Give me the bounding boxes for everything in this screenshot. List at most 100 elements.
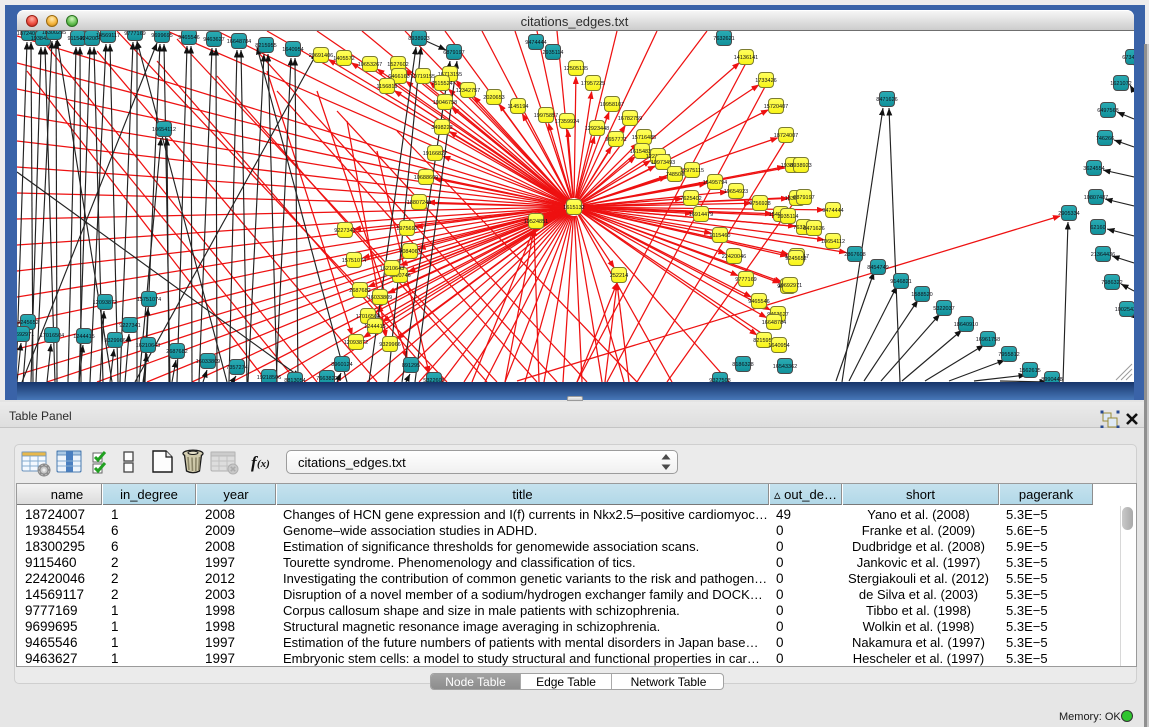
svg-text:1640954: 1640954: [282, 47, 303, 53]
svg-text:16961758: 16961758: [976, 337, 1000, 343]
svg-text:9474444: 9474444: [822, 208, 843, 214]
svg-text:21364436: 21364436: [1091, 252, 1115, 258]
svg-text:19218506: 19218506: [257, 375, 281, 381]
svg-text:22420046: 22420046: [722, 254, 746, 260]
svg-text:9474444: 9474444: [525, 40, 546, 46]
svg-text:12505135: 12505135: [564, 66, 588, 72]
svg-text:891295: 891295: [402, 363, 420, 369]
svg-text:16210643: 16210643: [380, 266, 404, 272]
svg-text:9756928: 9756928: [749, 201, 770, 207]
svg-text:18724007: 18724007: [774, 133, 798, 139]
svg-text:17359924: 17359924: [555, 119, 579, 125]
svg-text:9463627: 9463627: [203, 37, 224, 43]
svg-text:8960124: 8960124: [331, 362, 352, 368]
svg-text:9465546: 9465546: [748, 299, 769, 305]
svg-text:15495794: 15495794: [703, 180, 727, 186]
svg-text:9699695: 9699695: [151, 33, 172, 39]
svg-text:19524851: 19524851: [524, 219, 548, 225]
svg-text:12923448: 12923448: [585, 126, 609, 132]
svg-text:1244415: 1244415: [364, 324, 385, 330]
svg-text:16543362: 16543362: [773, 364, 797, 370]
svg-text:7515524: 7515524: [431, 81, 452, 87]
svg-text:(x): (x): [257, 458, 270, 470]
svg-text:10688609: 10688609: [414, 175, 438, 181]
svg-text:8938923: 8938923: [408, 36, 429, 42]
svg-text:9227341: 9227341: [119, 323, 140, 329]
svg-text:3624554: 3624554: [1083, 166, 1104, 172]
svg-text:252214: 252214: [610, 273, 628, 279]
svg-text:9777169: 9777169: [124, 31, 145, 37]
svg-text:9227341: 9227341: [334, 228, 355, 234]
svg-text:5322037: 5322037: [933, 306, 954, 312]
svg-text:8813054: 8813054: [284, 378, 305, 382]
svg-text:10807487: 10807487: [1084, 195, 1108, 201]
svg-text:8471626: 8471626: [876, 97, 897, 103]
svg-text:9329966: 9329966: [104, 338, 125, 344]
svg-text:12975115: 12975115: [680, 168, 704, 174]
svg-text:19692971: 19692971: [17, 332, 34, 338]
svg-text:15716485: 15716485: [632, 135, 656, 141]
svg-text:62160: 62160: [1090, 225, 1105, 231]
svg-text:2020653: 2020653: [483, 95, 504, 101]
svg-text:2935114: 2935114: [542, 50, 563, 56]
svg-text:14136141: 14136141: [734, 55, 758, 61]
svg-text:1975692: 1975692: [396, 226, 417, 232]
svg-text:746266: 746266: [1096, 136, 1114, 142]
svg-text:7357274: 7357274: [226, 365, 247, 371]
svg-text:1405572: 1405572: [333, 56, 354, 62]
svg-text:1145194: 1145194: [507, 104, 528, 110]
svg-text:12093872: 12093872: [93, 300, 117, 306]
svg-text:15720407: 15720407: [764, 104, 788, 110]
svg-text:10719155: 10719155: [411, 74, 435, 80]
svg-text:19166827: 19166827: [423, 151, 447, 157]
svg-text:16914479: 16914479: [689, 212, 713, 218]
svg-text:6879197: 6879197: [443, 50, 464, 56]
svg-text:9115460: 9115460: [709, 233, 730, 239]
svg-text:6734028: 6734028: [1122, 55, 1134, 61]
svg-text:7632621: 7632621: [713, 36, 734, 42]
svg-text:8990448: 8990448: [1041, 377, 1062, 382]
svg-text:2867608: 2867608: [844, 252, 865, 258]
svg-text:16210643: 16210643: [136, 343, 160, 349]
svg-text:1640954: 1640954: [768, 343, 789, 349]
svg-text:15751074: 15751074: [342, 258, 366, 264]
svg-text:9146821: 9146821: [890, 279, 911, 285]
svg-text:5322605: 5322605: [423, 378, 444, 382]
svg-text:2935114: 2935114: [777, 214, 798, 220]
svg-text:9777169: 9777169: [735, 277, 756, 283]
svg-text:8215955: 8215955: [255, 43, 276, 49]
svg-text:18300295: 18300295: [42, 31, 66, 36]
svg-text:7955812: 7955812: [998, 352, 1019, 358]
svg-text:9084067: 9084067: [399, 249, 420, 255]
svg-text:14569117: 14569117: [96, 33, 120, 39]
svg-text:9245652: 9245652: [17, 320, 38, 326]
svg-text:9657771: 9657771: [605, 137, 626, 143]
svg-text:9327508: 9327508: [709, 378, 730, 382]
svg-text:6879197: 6879197: [793, 195, 814, 201]
svg-text:7663822: 7663822: [316, 376, 337, 382]
svg-text:1733426: 1733426: [755, 78, 776, 84]
svg-text:17016504: 17016504: [40, 333, 64, 339]
svg-text:2687682: 2687682: [166, 349, 187, 355]
svg-text:6497568: 6497568: [1097, 108, 1118, 114]
svg-text:12093872: 12093872: [344, 340, 368, 346]
svg-text:10046758: 10046758: [433, 100, 457, 106]
svg-text:19692971: 19692971: [778, 283, 802, 289]
svg-text:7986322: 7986322: [1101, 280, 1122, 286]
svg-text:15751074: 15751074: [137, 297, 161, 303]
svg-text:1156819: 1156819: [376, 84, 397, 90]
svg-text:10025433: 10025433: [1115, 307, 1134, 313]
svg-text:1621072: 1621072: [1110, 81, 1131, 87]
svg-text:7625402: 7625402: [680, 196, 701, 202]
svg-text:16033809: 16033809: [196, 359, 220, 365]
svg-text:10653267: 10653267: [358, 62, 382, 68]
svg-text:8454749: 8454749: [867, 265, 888, 271]
svg-text:10958107: 10958107: [600, 102, 624, 108]
svg-text:18807249: 18807249: [407, 200, 431, 206]
svg-text:10654112: 10654112: [152, 127, 176, 133]
svg-text:10973493: 10973493: [651, 160, 675, 166]
svg-text:17957225: 17957225: [581, 81, 605, 87]
svg-text:8471626: 8471626: [803, 226, 824, 232]
svg-text:9245652: 9245652: [785, 256, 806, 262]
svg-text:1244415: 1244415: [73, 334, 94, 340]
